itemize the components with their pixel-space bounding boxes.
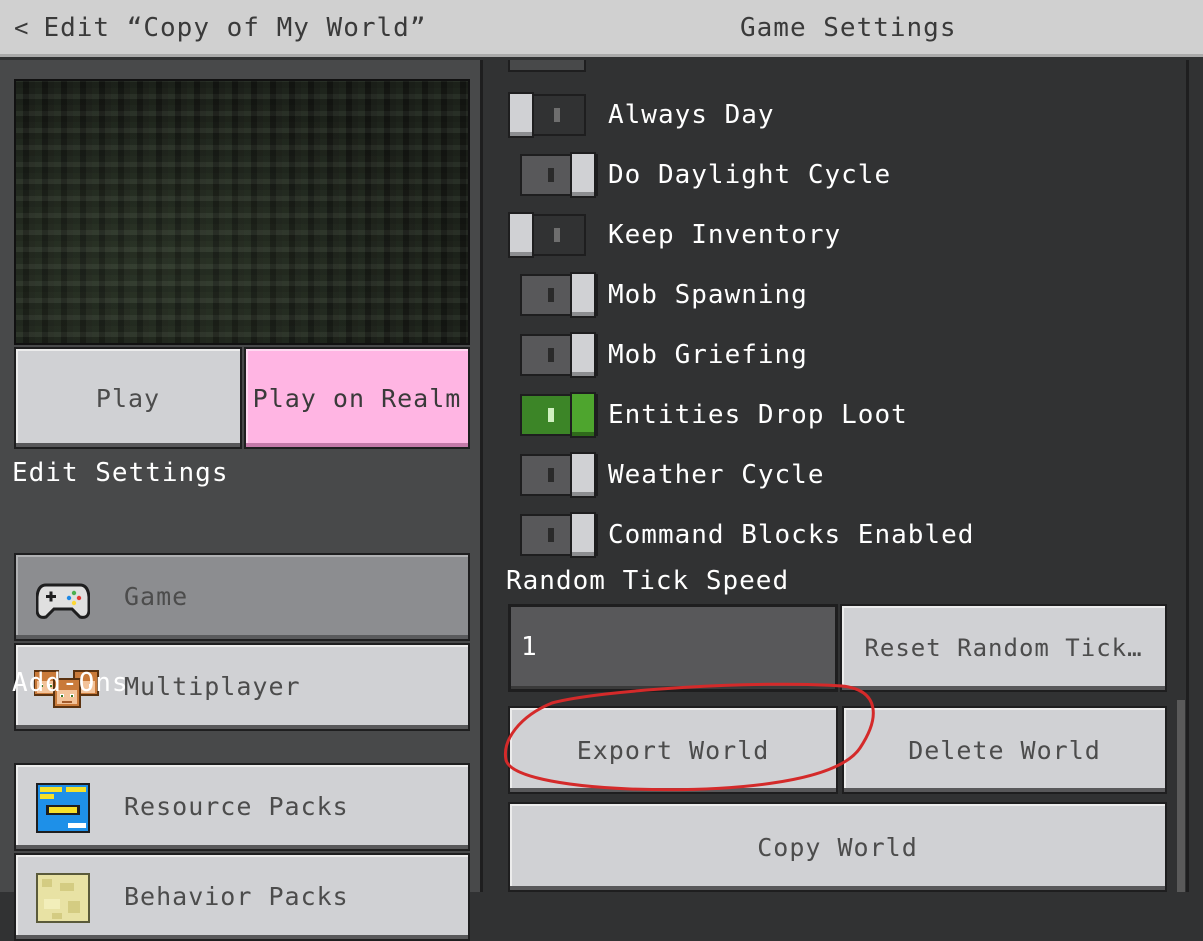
toggle-indicator [548,348,554,362]
toggle-indicator [548,528,554,542]
toggle-label: Always Day [608,100,775,130]
toggle-indicator [548,468,554,482]
toggle-knob[interactable] [570,332,596,378]
toggle-row: Mob Spawning [486,270,1176,320]
toggle-switch[interactable] [520,272,598,318]
back-button[interactable]: < Edit “Copy of My World” [14,8,426,48]
toggle-label: Mob Griefing [608,340,808,370]
toggle-indicator [554,228,560,242]
toggle-label: Weather Cycle [608,460,825,490]
nav-resource-packs[interactable]: Resource Packs [14,763,470,851]
copy-world-button[interactable]: Copy World [508,802,1167,892]
toggle-row: Mob Griefing [486,330,1176,380]
toggle-indicator [548,408,554,422]
toggle-knob[interactable] [570,452,596,498]
toggle-row: Weather Cycle [486,450,1176,500]
toggle-indicator [548,288,554,302]
edit-settings-heading: Edit Settings [12,458,229,488]
nav-resource-packs-label: Resource Packs [124,792,349,821]
scrollbar-track [1186,60,1189,892]
toggle-row: Keep Inventory [486,210,1176,260]
toggle-label: Keep Inventory [608,220,842,250]
toggle-switch[interactable] [520,152,598,198]
reset-random-tick-button[interactable]: Reset Random Tick… [840,604,1167,692]
nav-game[interactable]: Game [14,553,470,641]
toggle-knob[interactable] [508,92,534,138]
play-button[interactable]: Play [14,347,242,449]
export-world-button[interactable]: Export World [508,706,838,794]
resource-pack-icon [36,783,90,833]
toggle-label: Do Daylight Cycle [608,160,892,190]
toggle-indicator [548,168,554,182]
nav-behavior-packs[interactable]: Behavior Packs [14,853,470,941]
partial-toggle[interactable] [508,60,586,72]
world-thumbnail [14,79,470,345]
top-bar: < Edit “Copy of My World” Game Settings [0,0,1203,57]
random-tick-speed-label: Random Tick Speed [506,566,790,596]
toggle-row: Entities Drop Loot [486,390,1176,440]
toggle-label: Entities Drop Loot [608,400,908,430]
controller-icon [36,583,90,619]
toggle-switch[interactable] [508,212,586,258]
play-on-realm-button[interactable]: Play on Realm [244,347,470,449]
toggle-row: Always Day [486,90,1176,140]
page-title: Game Settings [740,13,957,43]
toggle-knob[interactable] [570,392,596,438]
toggle-knob[interactable] [570,272,596,318]
toggle-knob[interactable] [508,212,534,258]
toggle-row: Command Blocks Enabled [486,510,1176,560]
nav-multiplayer-label: Multiplayer [124,672,301,701]
toggle-row: Do Daylight Cycle [486,150,1176,200]
toggle-knob[interactable] [570,512,596,558]
toggle-switch[interactable] [520,332,598,378]
toggle-indicator [554,108,560,122]
left-panel: Play Play on Realm Edit Settings Game Mu… [0,60,483,941]
toggle-knob[interactable] [570,152,596,198]
toggle-switch[interactable] [520,392,598,438]
toggle-switch[interactable] [508,92,586,138]
behavior-pack-icon [36,873,90,923]
settings-panel: Always Day Do Daylight Cycle Keep Inventor… [486,60,1203,892]
delete-world-button[interactable]: Delete World [842,706,1167,794]
toggle-label: Mob Spawning [608,280,808,310]
scrollbar-thumb[interactable] [1177,700,1185,892]
toggle-switch[interactable] [520,452,598,498]
random-tick-speed-input[interactable]: 1 [508,604,838,692]
nav-game-label: Game [124,582,189,611]
toggle-switch[interactable] [520,512,598,558]
back-button-label: Edit “Copy of My World” [43,13,427,43]
chevron-left-icon: < [14,14,30,42]
addons-heading: Add-Ons [12,668,129,698]
toggle-label: Command Blocks Enabled [608,520,975,550]
nav-behavior-packs-label: Behavior Packs [124,882,349,911]
